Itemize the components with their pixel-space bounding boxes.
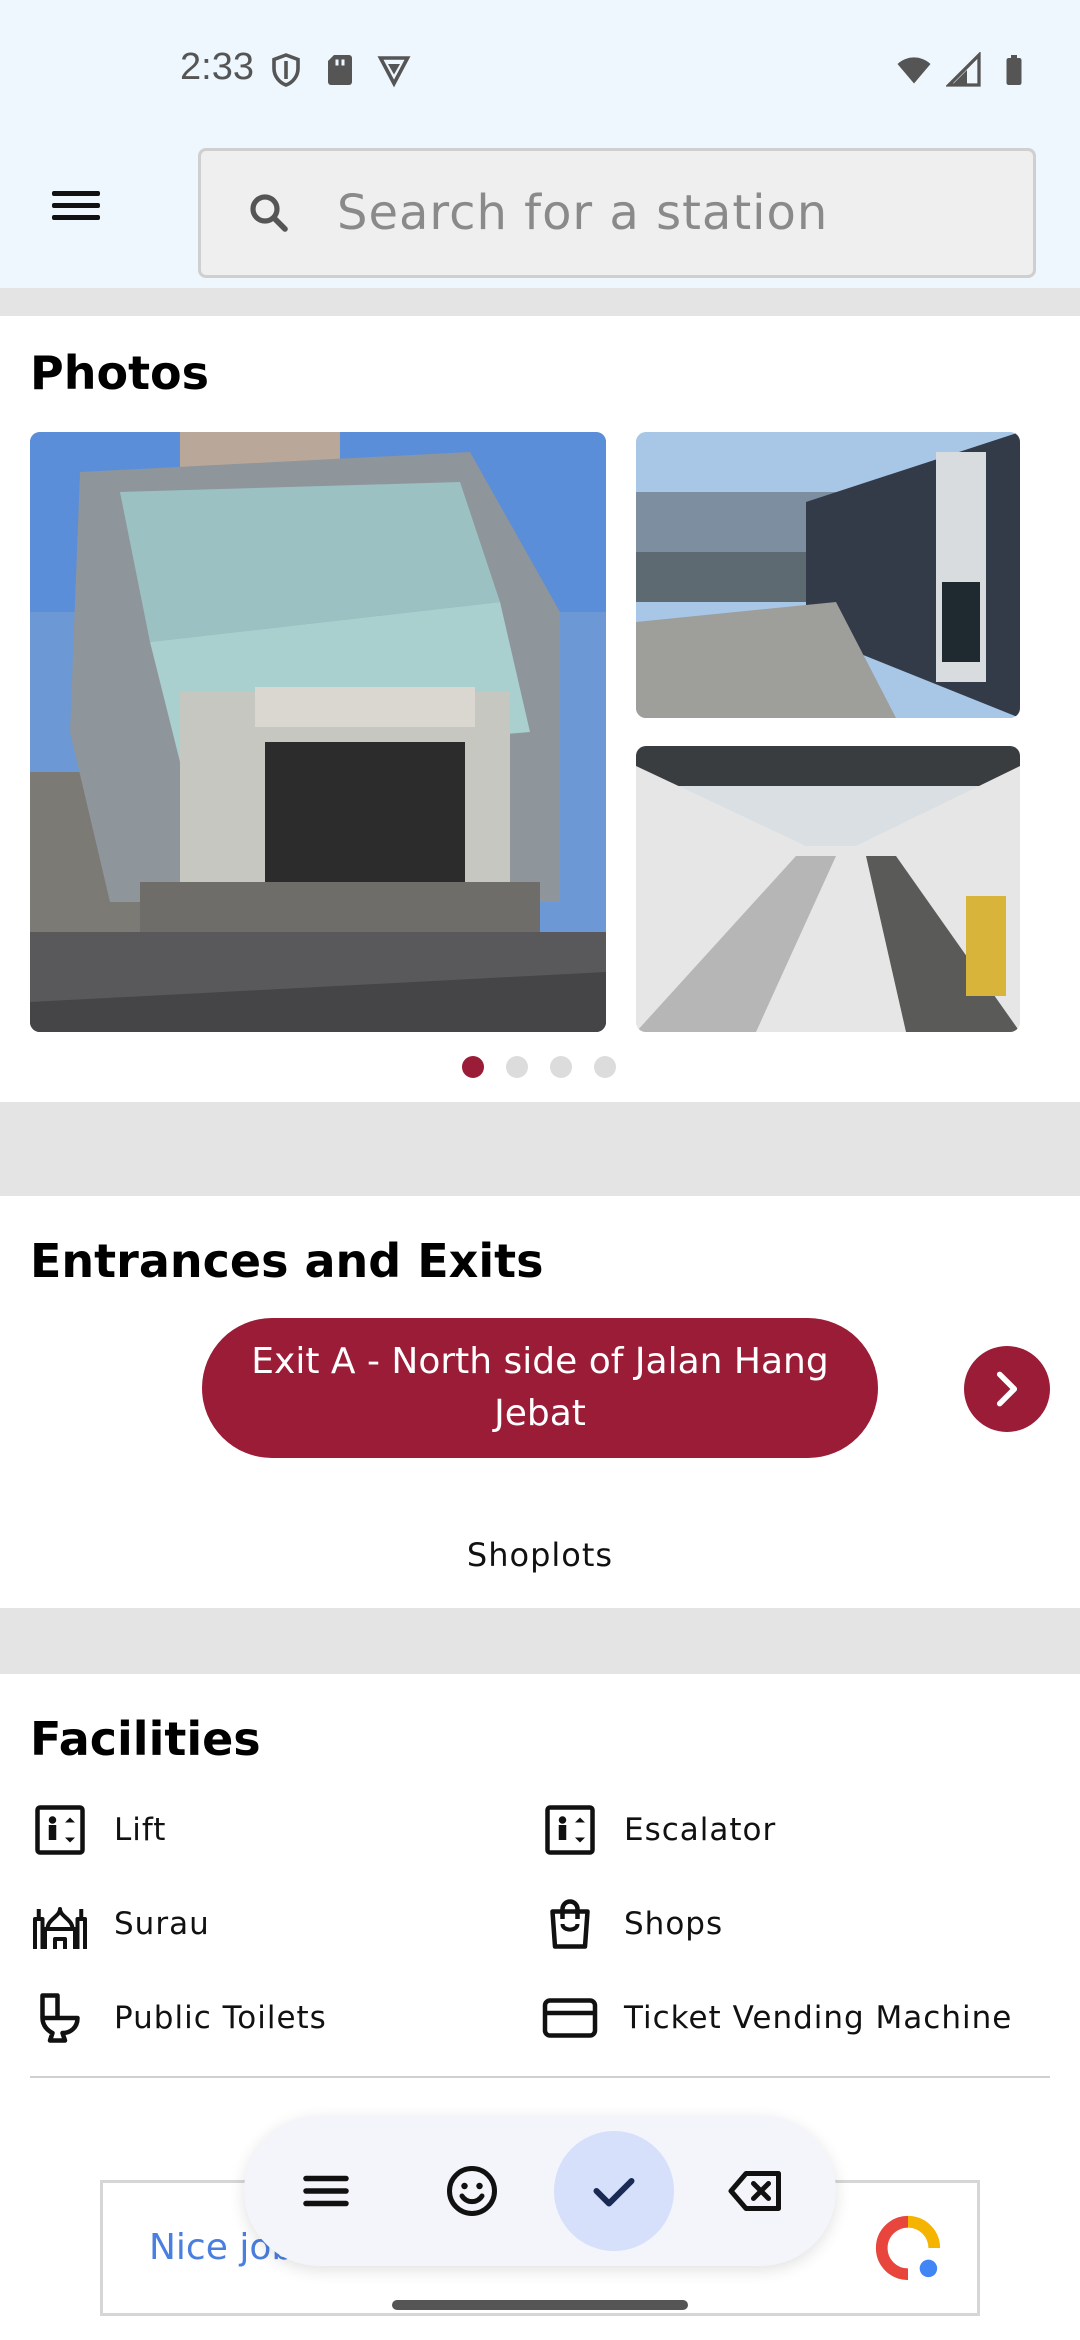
battery-icon (1006, 55, 1022, 85)
photo-walkway[interactable] (636, 746, 1020, 1032)
search-icon (250, 194, 288, 232)
facilities-title: Facilities (30, 1712, 261, 1766)
mosque-icon (33, 1907, 87, 1949)
vpn-icon (377, 56, 411, 88)
shopping-bag-icon (550, 1899, 590, 1949)
menu-button[interactable] (44, 184, 108, 240)
entrances-title: Entrances and Exits (30, 1234, 544, 1288)
confirm-button[interactable] (554, 2131, 674, 2251)
credit-card-icon (542, 1998, 598, 2038)
keyboard-toolbar (244, 2116, 836, 2266)
search-bar[interactable] (198, 148, 1036, 278)
toilet-icon (40, 1993, 80, 2043)
section-gap (0, 288, 1080, 316)
facility-public-toilets: Public Toilets (30, 1988, 327, 2048)
app-header: 2:33 (0, 0, 1080, 288)
exit-selector-button[interactable]: Exit A - North side of Jalan Hang Jebat (202, 1318, 878, 1458)
facility-lift: Lift (30, 1800, 166, 1860)
backspace-button[interactable] (696, 2131, 816, 2251)
ad-logo-icon (875, 2215, 941, 2281)
chevron-right-icon (996, 1371, 1018, 1407)
facility-label: Surau (114, 1906, 210, 1942)
divider (30, 2076, 1050, 2078)
status-time: 2:33 (180, 46, 254, 88)
photo-image (30, 432, 606, 1032)
search-input[interactable] (337, 185, 1017, 241)
hamburger-menu-icon (52, 191, 100, 196)
facility-label: Escalator (624, 1812, 777, 1848)
photo-image (636, 432, 1020, 718)
facility-surau: Surau (30, 1894, 210, 1954)
facility-shops: Shops (540, 1894, 723, 1954)
keyboard-menu-button[interactable] (266, 2131, 386, 2251)
facility-label: Ticket Vending Machine (624, 2000, 1013, 2036)
photo-station-entrance[interactable] (30, 432, 606, 1032)
photos-title: Photos (30, 346, 210, 400)
facility-label: Lift (114, 1812, 167, 1848)
photo-pagination (462, 1056, 616, 1078)
emoji-icon (447, 2166, 497, 2216)
photo-image (636, 746, 1020, 1032)
menu-icon (303, 2175, 349, 2207)
pagination-dot[interactable] (594, 1056, 616, 1078)
pagination-dot[interactable] (462, 1056, 484, 1078)
next-exit-button[interactable] (964, 1346, 1050, 1432)
sd-card-icon (328, 55, 352, 85)
facility-label: Shops (624, 1906, 724, 1942)
backspace-icon (728, 2171, 781, 2211)
emoji-button[interactable] (412, 2131, 532, 2251)
lift-icon (35, 1805, 85, 1855)
shield-icon (272, 53, 300, 87)
pagination-dot[interactable] (506, 1056, 528, 1078)
escalator-icon (545, 1805, 595, 1855)
check-icon (593, 2178, 635, 2207)
section-gap (0, 1102, 1080, 1196)
photo-entrance-a[interactable] (636, 432, 1020, 718)
facility-escalator: Escalator (540, 1800, 776, 1860)
exit-description: Shoplots (466, 1536, 614, 1574)
signal-icon (946, 52, 981, 87)
home-indicator[interactable] (392, 2300, 688, 2310)
section-gap (0, 1608, 1080, 1674)
pagination-dot[interactable] (550, 1056, 572, 1078)
facility-label: Public Toilets (114, 2000, 327, 2036)
wifi-icon (897, 57, 931, 84)
facility-ticket-vending-machine: Ticket Vending Machine (540, 1988, 1012, 2048)
